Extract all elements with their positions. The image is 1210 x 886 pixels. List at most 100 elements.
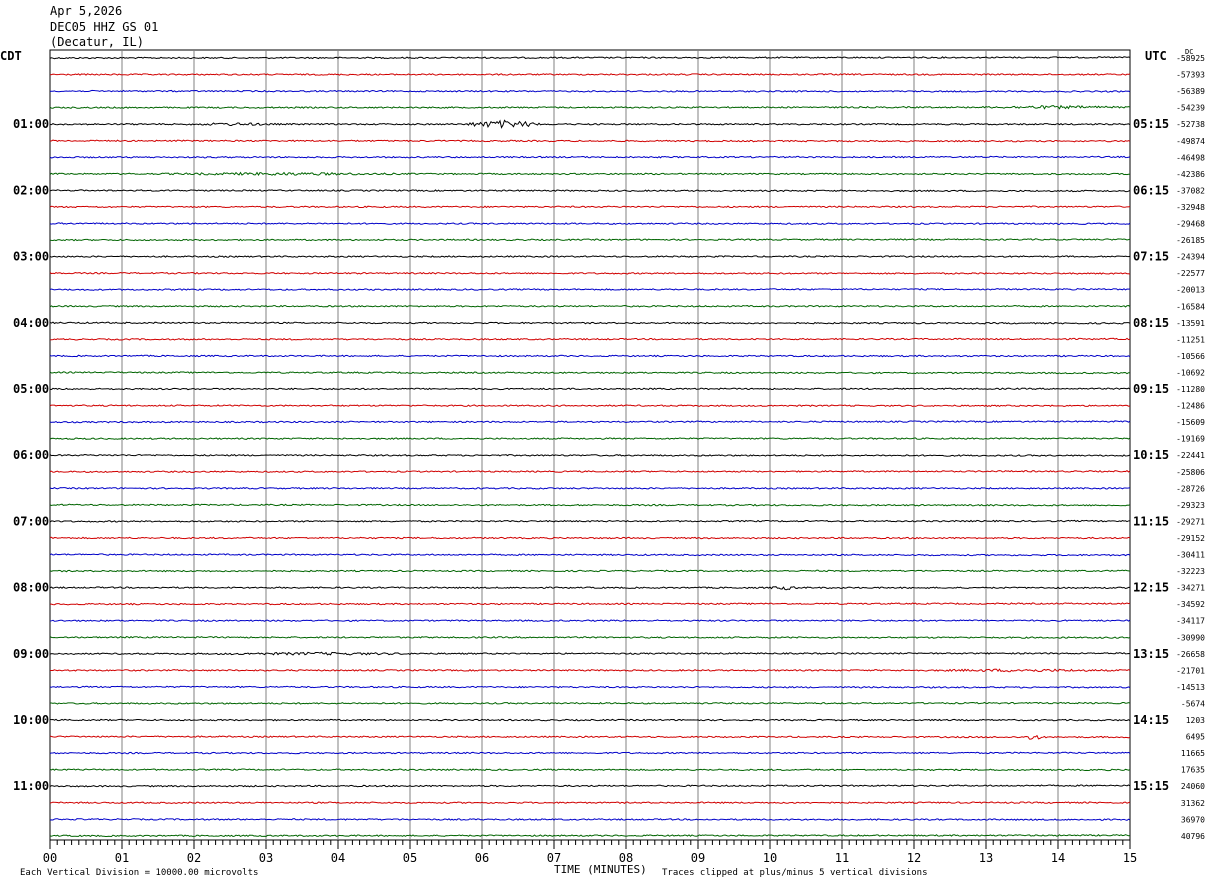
dc-offset-label: -22441 (1176, 451, 1205, 460)
dc-offset-label: -46498 (1176, 153, 1205, 162)
x-tick-label: 11 (835, 851, 849, 865)
cdt-hour-label: 07:00 (13, 514, 49, 528)
dc-offset-label: -25806 (1176, 468, 1205, 477)
plot-frame (49, 49, 1131, 841)
cdt-hour-label: 10:00 (13, 713, 49, 727)
dc-offset-label: -11251 (1176, 335, 1205, 344)
dc-offset-label: -10692 (1176, 368, 1205, 377)
seismic-trace (49, 104, 1131, 110)
dc-offset-label: -34117 (1176, 617, 1205, 626)
seismic-trace (49, 119, 1131, 129)
clip-note: Traces clipped at plus/minus 5 vertical … (662, 868, 928, 878)
seismic-trace (49, 271, 1131, 275)
seismic-trace (49, 553, 1131, 557)
dc-offset-label: -52738 (1176, 120, 1205, 129)
seismic-trace (49, 139, 1131, 143)
dc-offset-label: 40796 (1181, 832, 1205, 841)
x-tick-label: 05 (403, 851, 417, 865)
seismic-trace (49, 834, 1131, 838)
dc-offset-label: 36970 (1181, 815, 1205, 824)
dc-offset-label: -10566 (1176, 352, 1205, 361)
x-tick-label: 03 (259, 851, 273, 865)
seismic-trace (49, 569, 1131, 573)
seismic-trace (49, 337, 1131, 341)
seismic-trace (49, 486, 1131, 490)
seismic-trace (49, 387, 1131, 391)
x-tick-label: 13 (979, 851, 993, 865)
dc-offset-label: -21701 (1176, 666, 1205, 675)
cdt-hour-label: 11:00 (13, 779, 49, 793)
dc-offset-label: -5674 (1181, 699, 1205, 708)
dc-offset-label: -34592 (1176, 600, 1205, 609)
seismic-trace (49, 89, 1131, 93)
seismic-trace (49, 222, 1131, 225)
dc-offset-label: -13591 (1176, 319, 1205, 328)
seismic-trace (49, 238, 1131, 242)
x-tick-label: 06 (475, 851, 489, 865)
dc-offset-label: -22577 (1176, 269, 1205, 278)
seismic-trace (49, 685, 1131, 689)
seismic-trace (49, 651, 1131, 656)
cdt-hour-label: 09:00 (13, 647, 49, 661)
dc-offset-label: -16584 (1176, 302, 1205, 311)
cdt-hour-label: 06:00 (13, 448, 49, 462)
seismic-trace (49, 718, 1131, 722)
dc-offset-label: -30411 (1176, 551, 1205, 560)
seismic-trace (49, 453, 1131, 457)
dc-offset-label: -42386 (1176, 170, 1205, 179)
cdt-hour-label: 05:00 (13, 382, 49, 396)
dc-offset-label: -30990 (1176, 633, 1205, 642)
dc-offset-label: -12486 (1176, 402, 1205, 411)
seismic-trace (49, 619, 1131, 622)
utc-hour-label: 12:15 (1133, 581, 1169, 595)
dc-offset-label: 11665 (1181, 749, 1205, 758)
x-tick-label: 01 (115, 851, 129, 865)
x-tick-label: 09 (691, 851, 705, 865)
seismic-trace (49, 155, 1131, 159)
seismic-trace (49, 636, 1131, 639)
cdt-hour-label: 08:00 (13, 581, 49, 595)
utc-hour-label: 07:15 (1133, 250, 1169, 264)
dc-offset-label: 24060 (1181, 782, 1205, 791)
x-tick-label: 02 (187, 851, 201, 865)
x-tick-label: 04 (331, 851, 345, 865)
cdt-hour-label: 02:00 (13, 183, 49, 197)
seismic-trace (49, 321, 1131, 325)
cdt-hour-label: 04:00 (13, 316, 49, 330)
dc-offset-label: -24394 (1176, 253, 1205, 262)
seismic-trace (49, 536, 1131, 540)
seismic-trace (49, 470, 1131, 473)
utc-hour-label: 10:15 (1133, 448, 1169, 462)
seismic-trace (49, 818, 1131, 821)
dc-offset-label: -19169 (1176, 435, 1205, 444)
utc-hour-label: 14:15 (1133, 713, 1169, 727)
dc-offset-label: -15609 (1176, 418, 1205, 427)
dc-offset-label: -58925 (1176, 54, 1205, 63)
seismic-trace (49, 519, 1131, 523)
seismic-trace (50, 602, 1131, 606)
seismic-trace (49, 768, 1131, 772)
seismic-trace (49, 586, 1131, 591)
dc-offset-label: -26658 (1176, 650, 1205, 659)
dc-offset-label: -54239 (1176, 104, 1205, 113)
utc-hour-label: 05:15 (1133, 117, 1169, 131)
dc-offset-label: -11280 (1176, 385, 1205, 394)
cdt-hour-label: 03:00 (13, 250, 49, 264)
seismic-trace (49, 171, 1131, 177)
dc-offset-label: -37082 (1176, 186, 1205, 195)
x-tick-label: 15 (1123, 851, 1137, 865)
dc-offset-label: 17635 (1181, 766, 1205, 775)
seismic-trace (49, 255, 1131, 258)
dc-offset-label: 1203 (1186, 716, 1205, 725)
seismic-trace (49, 701, 1131, 705)
seismic-trace (49, 189, 1131, 193)
dc-offset-label: -49874 (1176, 137, 1205, 146)
seismic-trace (49, 801, 1131, 805)
dc-offset-label: 6495 (1186, 733, 1205, 742)
seismic-trace (49, 437, 1131, 440)
seismic-trace (49, 404, 1131, 408)
seismic-trace (49, 304, 1131, 308)
dc-offset-label: -26185 (1176, 236, 1205, 245)
dc-offset-label: -14513 (1176, 683, 1205, 692)
seismic-trace (49, 205, 1131, 209)
